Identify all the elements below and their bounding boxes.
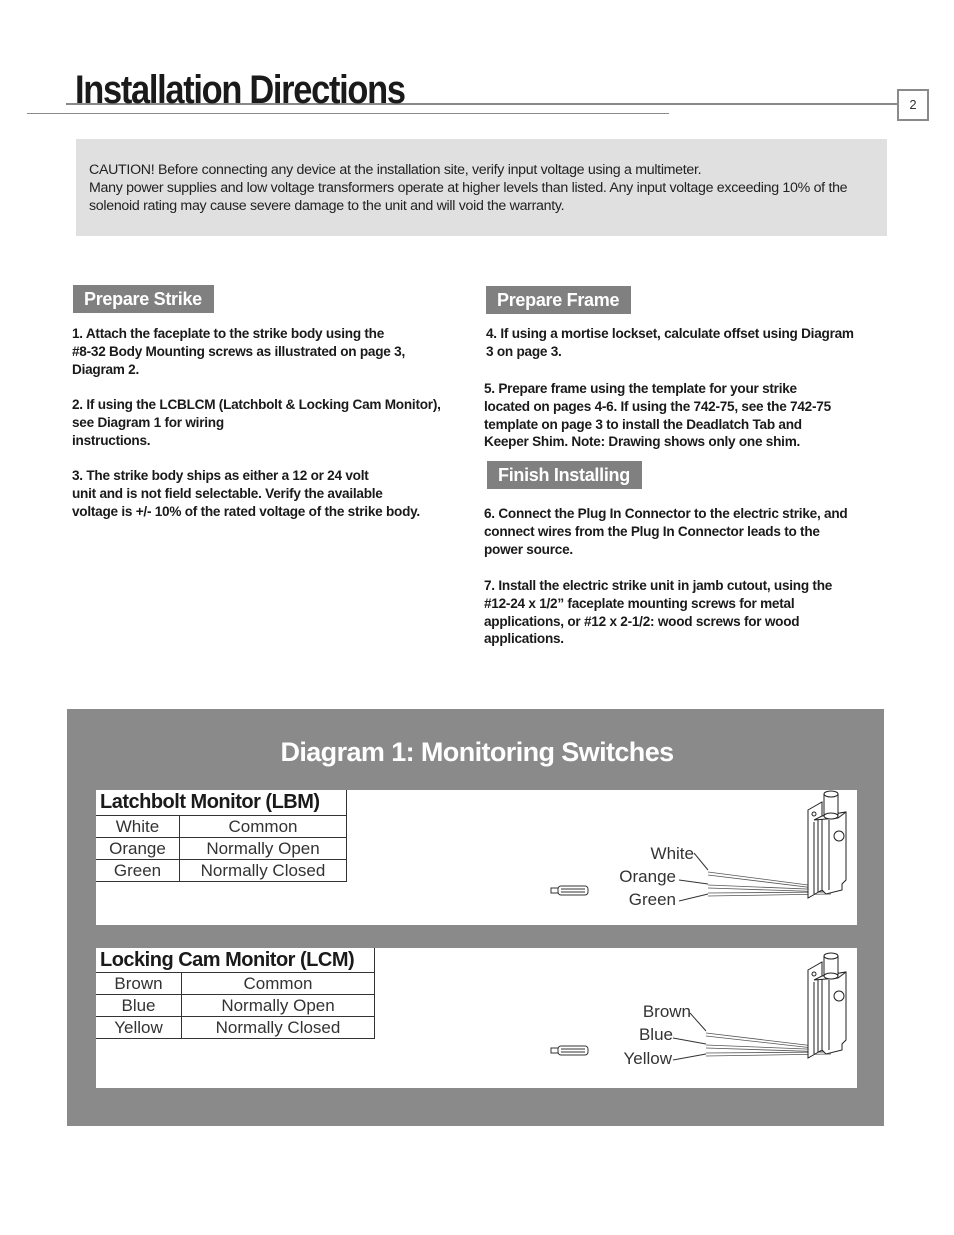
wire-color: Green: [96, 859, 180, 882]
table-row: White Common: [96, 815, 347, 838]
strike-body-icon: [807, 952, 847, 1059]
page-number: 2: [897, 89, 929, 121]
lbm-title-cell: [96, 790, 347, 815]
wire-color: Orange: [96, 837, 180, 860]
wire-function: Common: [179, 815, 347, 838]
leader-lines: [672, 1012, 707, 1061]
lcm-table: Brown Common Blue Normally Open Yellow N…: [96, 972, 375, 1039]
table-row: Yellow Normally Closed: [96, 1016, 375, 1039]
step-7: 7. Install the electric strike unit in j…: [484, 578, 833, 647]
lcm-title-cell: [96, 948, 375, 972]
header-underline: [27, 113, 669, 114]
lcm-strike-illustration: [550, 952, 847, 1061]
step-3: 3. The strike body ships as either a 12 …: [72, 468, 420, 519]
page-title: Installation Directions: [75, 68, 406, 112]
table-row: Orange Normally Open: [96, 837, 347, 860]
wire-color: White: [96, 815, 180, 838]
table-row: Brown Common: [96, 972, 375, 995]
strike-body-icon: [807, 790, 847, 899]
step-4: 4. If using a mortise lockset, calculate…: [486, 326, 854, 359]
plug-connector-icon: [550, 1045, 589, 1056]
prepare-strike-heading: Prepare Strike: [73, 285, 214, 313]
plug-connector-icon: [550, 885, 589, 896]
table-row: Blue Normally Open: [96, 994, 375, 1017]
wire-color: Brown: [96, 972, 182, 995]
prepare-frame-heading: Prepare Frame: [486, 286, 632, 314]
lbm-strike-illustration: [550, 790, 847, 902]
wire-color: Yellow: [96, 1016, 182, 1039]
caution-box: CAUTION! Before connecting any device at…: [76, 139, 887, 236]
finish-installing-heading: Finish Installing: [487, 461, 642, 489]
caution-text: CAUTION! Before connecting any device at…: [89, 162, 848, 214]
wire-function: Common: [181, 972, 375, 995]
step-1: 1. Attach the faceplate to the strike bo…: [72, 326, 405, 377]
wire-function: Normally Closed: [181, 1016, 375, 1039]
lcm-panel: Locking Cam Monitor (LCM) Brown Common B…: [96, 948, 857, 1088]
wire-color: Blue: [96, 994, 182, 1017]
wire-function: Normally Open: [179, 837, 347, 860]
diagram-monitoring-switches: Diagram 1: Monitoring Switches Latchbolt…: [67, 709, 884, 1126]
diagram-title: Diagram 1: Monitoring Switches: [280, 737, 674, 767]
step-6: 6. Connect the Plug In Connector to the …: [484, 506, 848, 557]
wire-function: Normally Closed: [179, 859, 347, 882]
step-5: 5. Prepare frame using the template for …: [484, 381, 831, 450]
lbm-panel: Latchbolt Monitor (LBM) White Common Ora…: [96, 790, 857, 925]
wire-function: Normally Open: [181, 994, 375, 1017]
lbm-table: White Common Orange Normally Open Green …: [96, 815, 347, 882]
table-row: Green Normally Closed: [96, 859, 347, 882]
leader-lines: [678, 852, 709, 902]
step-2: 2. If using the LCBLCM (Latchbolt & Lock…: [72, 397, 441, 448]
